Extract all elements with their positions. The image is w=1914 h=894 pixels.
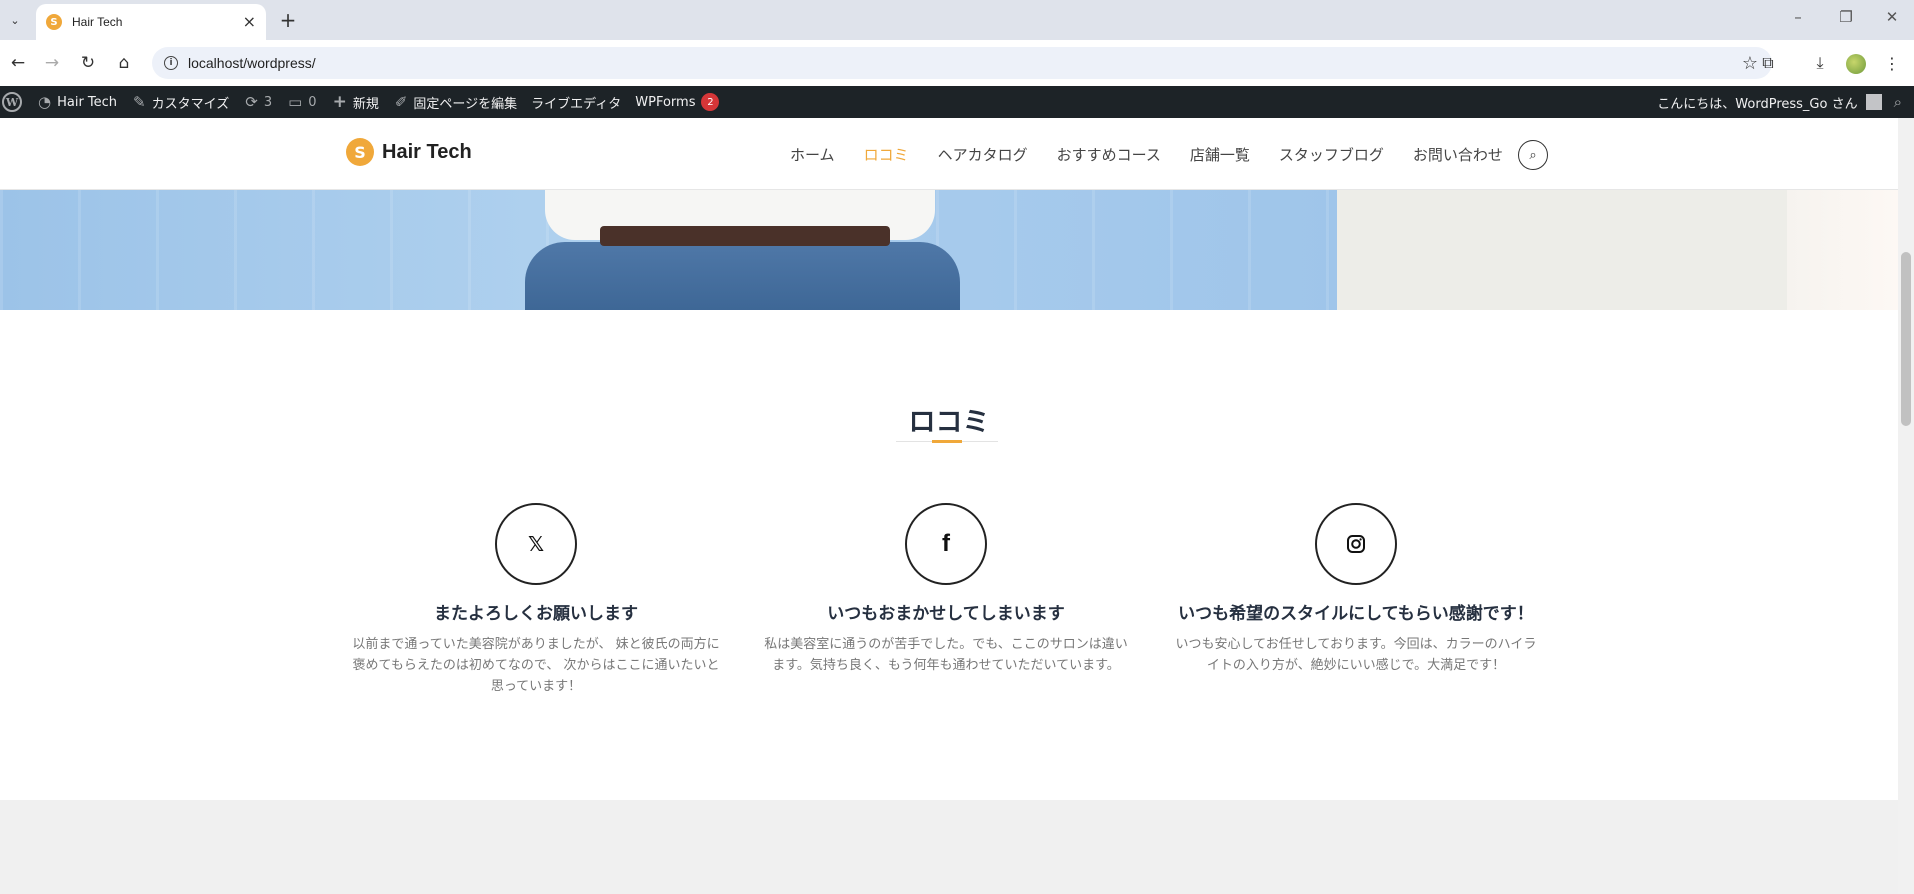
- dashboard-icon: ◔: [38, 93, 52, 111]
- browser-tab[interactable]: S Hair Tech ×: [36, 4, 266, 40]
- twitter-icon[interactable]: 𝕏: [495, 503, 577, 585]
- reviews-section: ロコミ 𝕏 またよろしくお願いします 以前まで通っていた美容院がありましたが、 …: [0, 310, 1898, 800]
- browser-menu-icon[interactable]: ⋮: [1880, 51, 1904, 75]
- admin-wpforms-label: WPForms: [635, 94, 696, 110]
- review-title: いつも希望のスタイルにしてもらい感謝です！: [1178, 604, 1534, 624]
- admin-greeting[interactable]: こんにちは、WordPress_Go さん: [1657, 86, 1857, 118]
- brush-icon: ✎: [133, 93, 146, 111]
- review-text: いつも安心してお任せしております。今回は、カラーのハイライトの入り方が、絶妙にい…: [1175, 637, 1537, 673]
- admin-edit-page-label: 固定ページを編集: [413, 96, 518, 112]
- admin-site-name[interactable]: ◔ Hair Tech: [38, 86, 127, 118]
- nav-item[interactable]: おすすめコース: [1057, 144, 1161, 165]
- reviews-title: ロコミ: [908, 407, 990, 438]
- page-scrollbar[interactable]: [1898, 118, 1914, 894]
- search-icon: ⌕: [1529, 147, 1537, 163]
- review-text: 私は美容室に通うのが苦手でした。でも、ここのサロンは違います。気持ち良く、もう何…: [764, 637, 1128, 673]
- wordpress-logo-icon[interactable]: W: [2, 92, 22, 112]
- admin-comments[interactable]: ▭ 0: [288, 86, 326, 118]
- scrollbar-thumb[interactable]: [1901, 252, 1911, 426]
- site-logo[interactable]: S Hair Tech: [346, 138, 472, 166]
- window-close-icon[interactable]: ✕: [1872, 8, 1912, 26]
- review-card: 𝕏 またよろしくお願いします 以前まで通っていた美容院がありましたが、 妹と彼氏…: [346, 503, 726, 697]
- updates-icon: ⟳: [245, 93, 258, 111]
- nav-item[interactable]: ロコミ: [864, 144, 909, 165]
- wpforms-badge: 2: [701, 93, 720, 111]
- user-avatar[interactable]: [1865, 94, 1882, 110]
- restore-icon[interactable]: ❐: [1826, 8, 1866, 26]
- comment-icon: ▭: [288, 93, 303, 111]
- profile-avatar[interactable]: [1846, 54, 1866, 74]
- hero-image: [0, 190, 1898, 310]
- nav-item[interactable]: ホーム: [790, 144, 835, 165]
- site-header: S Hair Tech ホーム ロコミ ヘアカタログ おすすめコース 店舗一覧 スタッフブ…: [0, 118, 1898, 190]
- plus-icon: +: [332, 92, 347, 112]
- review-title: またよろしくお願いします: [434, 604, 638, 624]
- admin-wpforms[interactable]: WPForms 2: [635, 86, 729, 118]
- admin-live-editor[interactable]: ライブエディタ: [531, 86, 631, 118]
- home-icon[interactable]: ⌂: [112, 51, 136, 75]
- hero-jeans-shape: [525, 242, 960, 310]
- admin-site-name-label: Hair Tech: [57, 94, 118, 110]
- site-info-icon[interactable]: i: [164, 56, 178, 70]
- new-tab-button[interactable]: +: [276, 8, 300, 32]
- admin-edit-page[interactable]: ✐ 固定ページを編集: [395, 86, 527, 118]
- tab-title: Hair Tech: [72, 15, 123, 29]
- browser-tabstrip: ⌄ S Hair Tech × + – ❐ ✕: [0, 0, 1914, 40]
- url-text[interactable]: localhost/wordpress/: [188, 55, 1742, 71]
- admin-new[interactable]: + 新規: [333, 86, 389, 118]
- pencil-icon: ✐: [394, 93, 408, 111]
- comments-count: 0: [308, 94, 317, 110]
- minimize-icon[interactable]: –: [1778, 8, 1818, 26]
- forward-arrow-icon[interactable]: →: [40, 51, 64, 75]
- hero-right-panel: [1337, 190, 1787, 310]
- tab-search-chevron-icon[interactable]: ⌄: [4, 9, 26, 31]
- wp-admin-bar: W ◔ Hair Tech ✎ カスタマイズ ⟳ 3 ▭ 0 + 新規 ✐ 固定…: [0, 86, 1914, 118]
- download-icon[interactable]: ⤓: [1808, 51, 1832, 75]
- search-button[interactable]: ⌕: [1518, 140, 1548, 170]
- reload-icon[interactable]: ↻: [76, 51, 100, 75]
- facebook-icon[interactable]: f: [905, 503, 987, 585]
- admin-updates[interactable]: ⟳ 3: [245, 86, 282, 118]
- hero-edge-panel: [1787, 190, 1898, 310]
- instagram-icon[interactable]: [1315, 503, 1397, 585]
- nav-item[interactable]: 店舗一覧: [1190, 144, 1250, 165]
- global-nav: ホーム ロコミ ヘアカタログ おすすめコース 店舗一覧 スタッフブログ お問い合わせ: [790, 118, 1532, 190]
- logo-text: Hair Tech: [382, 140, 472, 163]
- nav-item[interactable]: ヘアカタログ: [938, 144, 1028, 165]
- address-bar[interactable]: i localhost/wordpress/ ☆: [152, 47, 1772, 79]
- review-text: 以前まで通っていた美容院がありましたが、 妹と彼氏の両方に褒めてもらえたのは初め…: [352, 637, 720, 694]
- browser-toolbar: ← → ↻ ⌂ i localhost/wordpress/ ☆ ⧉ ⤓ ⋮: [0, 40, 1914, 86]
- nav-item[interactable]: スタッフブログ: [1279, 144, 1384, 165]
- admin-customize[interactable]: ✎ カスタマイズ: [133, 86, 239, 118]
- admin-customize-label: カスタマイズ: [151, 96, 230, 112]
- admin-search-icon[interactable]: ⌕: [1894, 93, 1902, 111]
- updates-count: 3: [263, 94, 273, 110]
- logo-mark-icon: S: [346, 138, 374, 166]
- tab-close-icon[interactable]: ×: [243, 14, 256, 30]
- title-accent-bar: [932, 440, 962, 443]
- site-viewport: S Hair Tech ホーム ロコミ ヘアカタログ おすすめコース 店舗一覧 スタッフブ…: [0, 118, 1898, 894]
- review-card: f いつもおまかせしてしまいます 私は美容室に通うのが苦手でした。でも、ここのサ…: [756, 503, 1136, 676]
- admin-new-label: 新規: [352, 96, 379, 112]
- review-card: いつも希望のスタイルにしてもらい感謝です！ いつも安心してお任せしております。今…: [1166, 503, 1546, 676]
- hero-belt-shape: [600, 226, 890, 246]
- nav-item[interactable]: お問い合わせ: [1413, 144, 1503, 165]
- back-arrow-icon[interactable]: ←: [6, 51, 30, 75]
- review-title: いつもおまかせしてしまいます: [827, 604, 1065, 624]
- extensions-icon[interactable]: ⧉: [1756, 51, 1780, 75]
- site-favicon-icon: S: [46, 14, 62, 30]
